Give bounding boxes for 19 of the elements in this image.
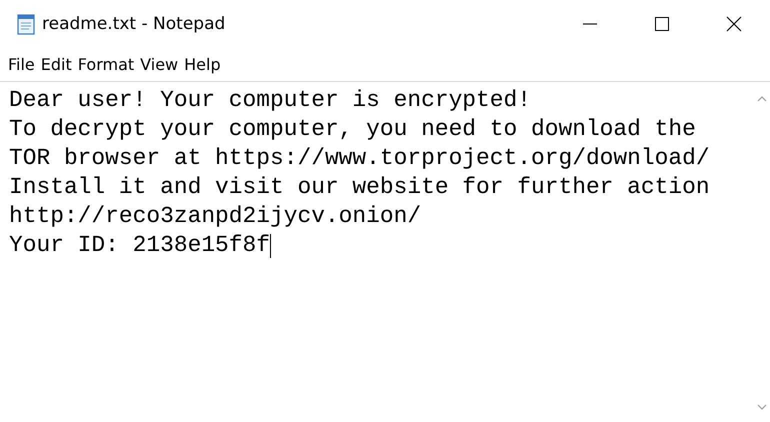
text-caret bbox=[270, 234, 271, 258]
menu-item[interactable]: Format bbox=[74, 55, 138, 74]
maximize-icon bbox=[654, 16, 670, 32]
menu-item[interactable]: View bbox=[137, 55, 182, 74]
menu-item[interactable]: File bbox=[5, 55, 38, 74]
scroll-down-icon[interactable] bbox=[756, 404, 766, 410]
text-line: Your ID: 2138e15f8f bbox=[9, 231, 270, 260]
scroll-up-icon[interactable] bbox=[756, 96, 766, 102]
minimize-icon bbox=[583, 23, 597, 25]
notepad-icon bbox=[15, 13, 37, 35]
menu-item[interactable]: Edit bbox=[38, 55, 75, 74]
text-line: TOR browser at https://www.torproject.org/download/ bbox=[9, 144, 710, 173]
menu-item[interactable]: Help bbox=[181, 55, 224, 74]
text-line: Install it and visit our website for further action bbox=[9, 173, 710, 202]
close-icon bbox=[726, 16, 742, 32]
text-line: Dear user! Your computer is encrypted! bbox=[9, 86, 531, 115]
text-line: To decrypt your computer, you need to download the bbox=[9, 115, 696, 144]
window-title: readme.txt - Notepad bbox=[42, 14, 226, 34]
text-line: http://reco3zanpd2ijycv.onion/ bbox=[9, 202, 422, 231]
